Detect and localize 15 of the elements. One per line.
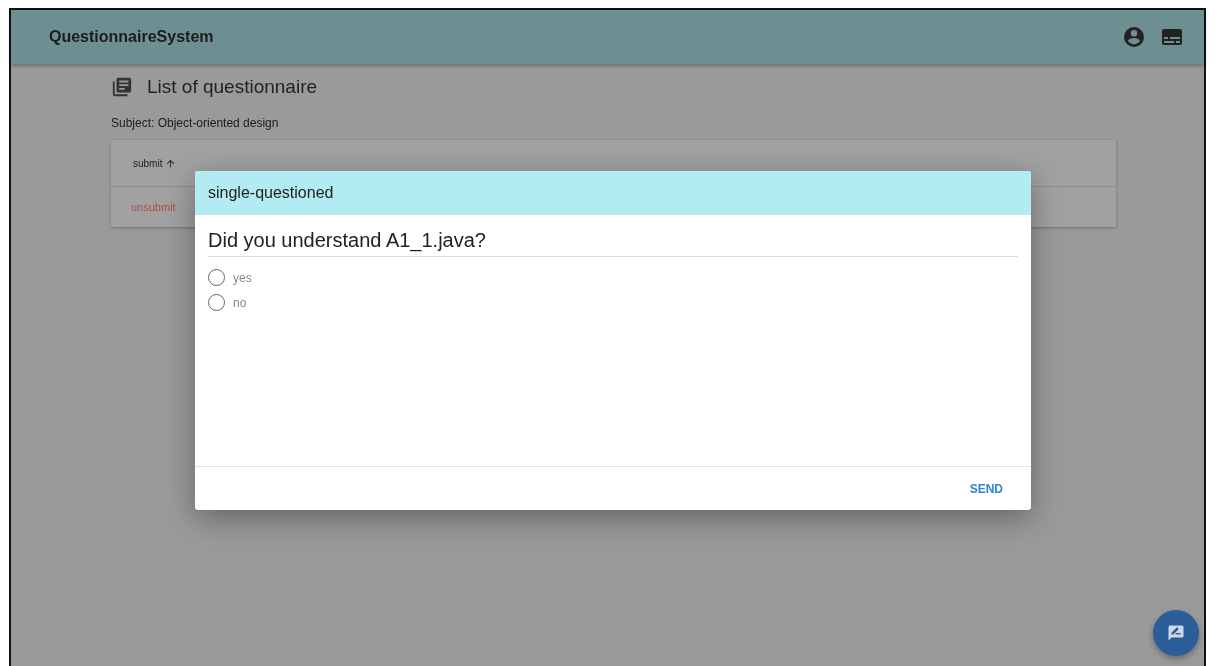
column-label: submit: [133, 157, 163, 169]
dialog-title: single-questioned: [195, 171, 1031, 215]
option-label: yes: [233, 270, 252, 285]
account-icon[interactable]: [1122, 25, 1146, 49]
table-cell: unsubmit: [131, 201, 176, 213]
question-text: Did you understand A1_1.java?: [208, 229, 1018, 257]
column-header[interactable]: submit: [133, 157, 177, 169]
page-heading: List of questionnaire: [147, 76, 318, 98]
send-button[interactable]: SEND: [955, 473, 1017, 504]
option-label: no: [233, 295, 247, 310]
feedback-button[interactable]: [1153, 610, 1199, 656]
app-title: QuestionnaireSystem: [49, 28, 214, 46]
library-books-icon: [111, 76, 133, 98]
subject-label: Subject: Object-oriented design: [111, 116, 280, 130]
comment-edit-icon: [1167, 624, 1185, 642]
